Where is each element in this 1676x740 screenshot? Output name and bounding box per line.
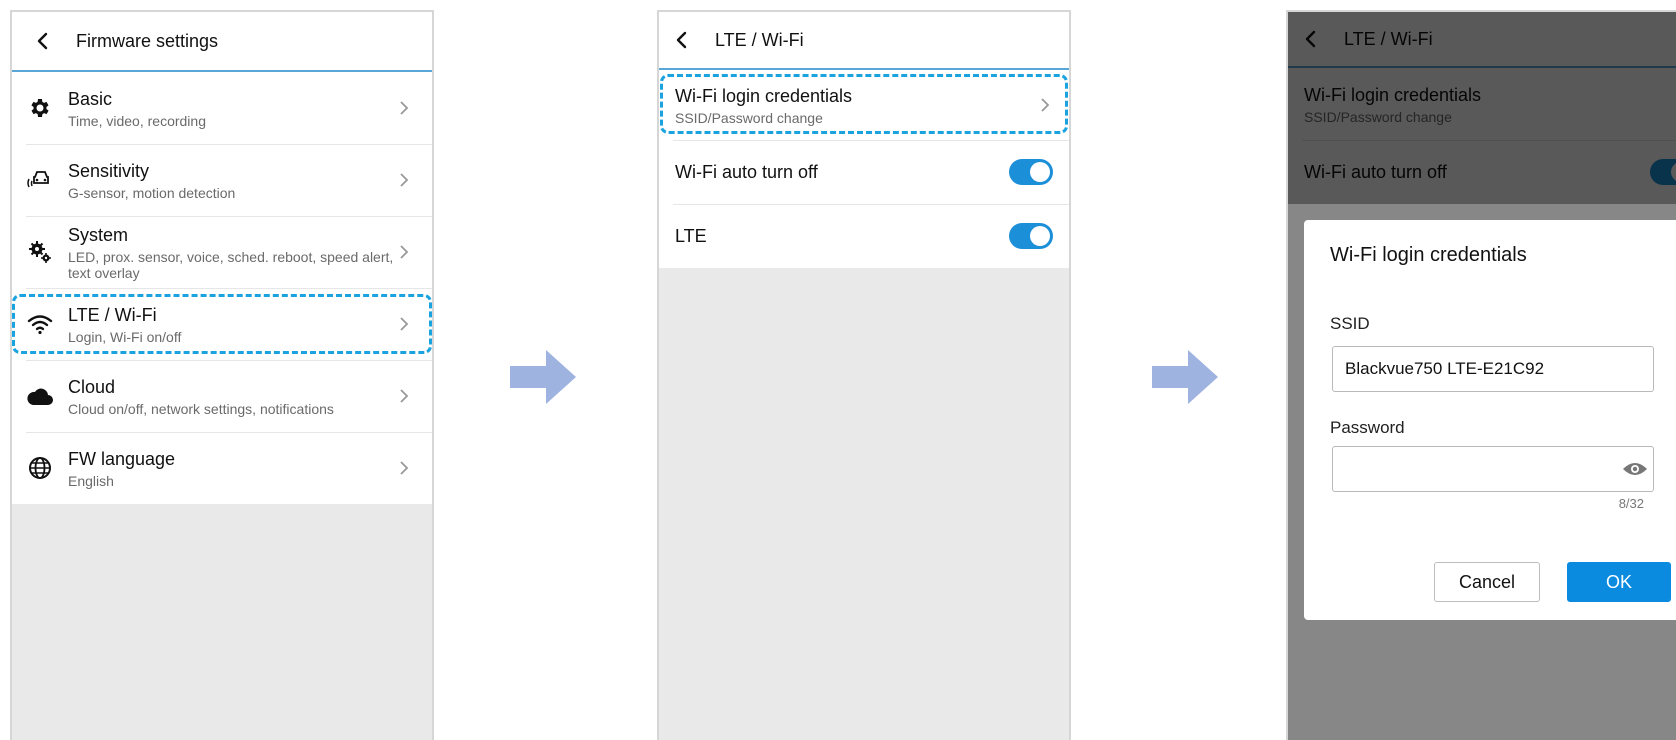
item-label: FW language	[68, 448, 176, 469]
settings-item-system[interactable]: System LED, prox. sensor, voice, sched. …	[12, 216, 432, 288]
item-subtitle: English	[68, 472, 114, 489]
ssid-input[interactable]: Blackvue750 LTE-E21C92	[1332, 346, 1654, 392]
ok-button[interactable]: OK	[1567, 562, 1671, 602]
settings-item-basic[interactable]: Basic Time, video, recording	[12, 72, 432, 144]
item-subtitle: Login, Wi-Fi on/off	[68, 328, 182, 345]
item-label: Wi-Fi auto turn off	[675, 162, 818, 182]
cloud-icon	[26, 382, 54, 410]
item-label: Sensitivity	[68, 160, 150, 181]
gear-icon	[26, 94, 54, 122]
page-title: Firmware settings	[76, 30, 219, 51]
lte-wifi-screen: LTE / Wi-Fi Wi-Fi login credentials SSID…	[657, 10, 1071, 740]
item-label: LTE	[675, 226, 707, 246]
settings-item-lte-wifi[interactable]: LTE / Wi-Fi Login, Wi-Fi on/off	[12, 288, 432, 360]
arrow-right-icon	[1152, 350, 1218, 404]
item-subtitle: G-sensor, motion detection	[68, 184, 236, 201]
gears-icon	[26, 238, 54, 266]
header: Firmware settings	[12, 12, 432, 72]
eye-icon[interactable]	[1622, 460, 1648, 478]
settings-list: Basic Time, video, recording Sensitivity…	[12, 72, 432, 504]
car-sensor-icon	[26, 166, 54, 194]
character-counter: 8/32	[1618, 496, 1644, 511]
item-subtitle: SSID/Password change	[675, 109, 823, 126]
lte-wifi-dialog-screen: LTE / Wi-Fi Wi-Fi login credentials SSID…	[1286, 10, 1676, 740]
item-subtitle: LED, prox. sensor, voice, sched. reboot,…	[68, 248, 394, 265]
dialog-title: Wi-Fi login credentials	[1330, 244, 1527, 266]
page-title: LTE / Wi-Fi	[715, 29, 804, 50]
wifi-icon	[26, 310, 54, 338]
arrow-right-icon	[510, 350, 576, 404]
ssid-label: SSID	[1330, 314, 1370, 333]
password-label: Password	[1330, 418, 1405, 437]
item-subtitle: Time, video, recording	[68, 112, 206, 129]
item-label: Wi-Fi login credentials	[675, 85, 853, 106]
chevron-right-icon	[398, 100, 410, 116]
chevron-right-icon	[398, 388, 410, 404]
settings-item-sensitivity[interactable]: Sensitivity G-sensor, motion detection	[12, 144, 432, 216]
item-subtitle: Cloud on/off, network settings, notifica…	[68, 400, 334, 417]
password-input[interactable]	[1332, 446, 1654, 492]
chevron-right-icon	[398, 460, 410, 476]
back-arrow-icon[interactable]	[34, 32, 52, 50]
item-subtitle-line2: text overlay	[68, 264, 140, 281]
back-arrow-icon[interactable]	[673, 31, 691, 49]
settings-item-wifi-auto-off: Wi-Fi auto turn off	[659, 140, 1069, 204]
lte-toggle[interactable]	[1009, 223, 1053, 249]
item-label: Basic	[68, 88, 113, 109]
item-label: System	[68, 224, 129, 245]
settings-item-fw-language[interactable]: FW language English	[12, 432, 432, 504]
chevron-right-icon	[1039, 97, 1051, 113]
settings-list: Wi-Fi login credentials SSID/Password ch…	[659, 70, 1069, 268]
settings-item-lte: LTE	[659, 204, 1069, 268]
item-label: LTE / Wi-Fi	[68, 304, 157, 325]
wifi-credentials-dialog: Wi-Fi login credentials SSID Blackvue750…	[1304, 220, 1676, 620]
settings-item-cloud[interactable]: Cloud Cloud on/off, network settings, no…	[12, 360, 432, 432]
firmware-settings-screen: Firmware settings Basic Time, video, rec…	[10, 10, 434, 740]
item-label: Cloud	[68, 376, 116, 397]
wifi-auto-off-toggle[interactable]	[1009, 159, 1053, 185]
settings-item-wifi-login[interactable]: Wi-Fi login credentials SSID/Password ch…	[659, 70, 1069, 140]
chevron-right-icon	[398, 172, 410, 188]
globe-icon	[26, 454, 54, 482]
chevron-right-icon	[398, 316, 410, 332]
cancel-button[interactable]: Cancel	[1434, 562, 1540, 602]
chevron-right-icon	[398, 244, 410, 260]
header: LTE / Wi-Fi	[659, 12, 1069, 70]
